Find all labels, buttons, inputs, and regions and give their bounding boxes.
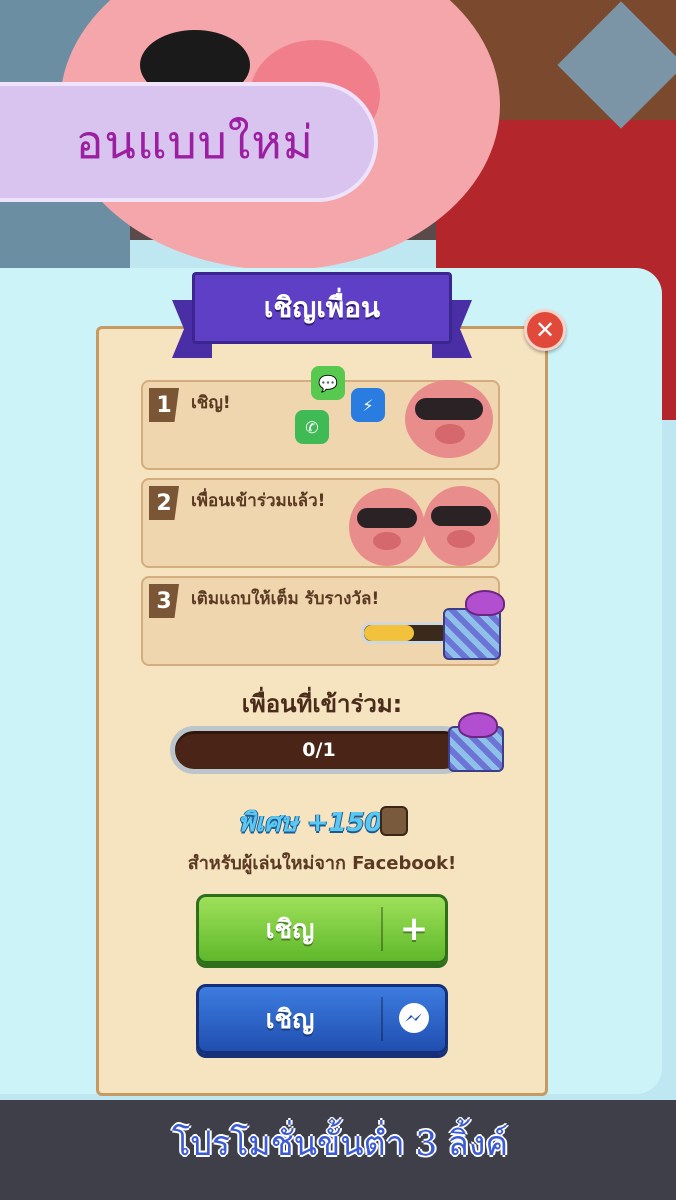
reward-progress-fill xyxy=(364,625,415,641)
step-card-invite: 1 เชิญ! 💬 ⚡ ✆ xyxy=(141,366,500,470)
hammer-icon xyxy=(380,806,408,836)
pig-character-icon xyxy=(423,486,499,566)
promo-banner: อนแบบใหม่ xyxy=(0,82,378,202)
facebook-note: สำหรับผู้เล่นใหม่จาก Facebook! xyxy=(187,853,457,874)
message-app-icon: 💬 xyxy=(311,366,345,400)
step-label: เติมแถบให้เต็ม รับรางวัล! xyxy=(191,589,380,609)
pig-character-icon xyxy=(349,488,425,566)
pig-character-icon xyxy=(405,380,493,458)
step-number: 1 xyxy=(149,388,179,422)
step-number: 3 xyxy=(149,584,179,618)
step-card-fill-bar: 3 เติมแถบให้เต็ม รับรางวัล! xyxy=(141,576,505,666)
step-card-friend-joined: 2 เพื่อนเข้าร่วมแล้ว! xyxy=(141,478,500,568)
dialog-title: เชิญเพื่อน xyxy=(263,291,381,324)
messenger-invite-button-label: เชิญ xyxy=(265,1004,315,1035)
dialog-title-ribbon: เชิญเพื่อน xyxy=(172,272,472,360)
footer-promo-text: โปรโมชั่นขั้นต่ำ 3 ลิ้งค์ xyxy=(171,1124,509,1164)
close-icon: ✕ xyxy=(534,316,556,344)
reward-progress-bar xyxy=(361,622,451,644)
bonus-label: พิเศษ +150 xyxy=(238,808,383,838)
messenger-invite-button[interactable]: เชิญ xyxy=(196,984,448,1054)
messenger-app-icon: ⚡ xyxy=(351,388,385,422)
gift-box-icon xyxy=(443,590,505,660)
plus-icon: + xyxy=(399,909,429,949)
close-button[interactable]: ✕ xyxy=(524,309,566,351)
gift-box-icon xyxy=(448,712,504,772)
friends-progress-bar: 0/1 xyxy=(170,726,468,774)
messenger-icon xyxy=(383,1000,445,1038)
invite-button-label: เชิญ xyxy=(265,914,315,945)
step-number: 2 xyxy=(149,486,179,520)
friends-progress-text: 0/1 xyxy=(302,739,336,761)
promo-banner-text: อนแบบใหม่ xyxy=(75,114,314,169)
invite-button[interactable]: เชิญ + xyxy=(196,894,448,964)
whatsapp-app-icon: ✆ xyxy=(295,410,329,444)
